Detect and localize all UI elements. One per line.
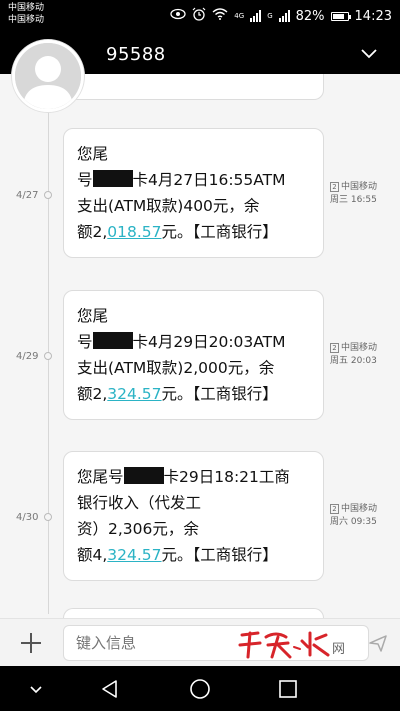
chevron-down-icon[interactable] xyxy=(360,44,378,62)
message-bubble[interactable]: 您尾 号卡4月27日16:55ATM 支出(ATM取款)400元，余 额2,01… xyxy=(63,128,324,258)
battery-percent: 82% xyxy=(295,8,325,24)
plus-icon[interactable] xyxy=(19,631,43,655)
amount-link[interactable]: 018.57 xyxy=(107,223,161,241)
timeline-dot xyxy=(44,513,52,521)
signal-2-icon xyxy=(278,10,290,22)
message-line: 额2,324.57元。【工商银行】 xyxy=(77,385,278,403)
redaction-block xyxy=(92,170,133,187)
back-icon[interactable] xyxy=(98,677,122,701)
message-bubble[interactable]: 您尾 号卡4月29日20:03ATM 支出(ATM取款)2,000元，余 额2,… xyxy=(63,290,324,420)
svg-text:网: 网 xyxy=(332,642,345,657)
sim-icon: 2 xyxy=(330,504,339,514)
clock: 14:23 xyxy=(354,8,392,24)
hide-keyboard-icon[interactable] xyxy=(24,677,48,701)
signal-1-icon xyxy=(250,10,262,22)
sim-icon: 2 xyxy=(330,343,339,353)
send-icon[interactable] xyxy=(368,633,388,653)
message-carrier: 中国移动 xyxy=(341,182,378,192)
message-meta: 2 中国移动 周六 09:35 xyxy=(330,503,377,529)
eye-icon xyxy=(170,8,186,24)
network-4g-label: 4G xyxy=(234,12,245,20)
message-line: 额4,324.57元。【工商银行】 xyxy=(77,546,278,564)
redaction-block xyxy=(92,332,133,349)
battery-level xyxy=(332,13,344,19)
message-line: 支出(ATM取款)400元，余 xyxy=(77,197,260,215)
alarm-icon xyxy=(192,7,206,25)
message-line: 额2,018.57元。【工商银行】 xyxy=(77,223,278,241)
timeline-dot xyxy=(44,191,52,199)
contact-title: 95588 xyxy=(106,44,166,65)
message-meta: 2 中国移动 周三 16:55 xyxy=(330,181,377,207)
message-carrier: 中国移动 xyxy=(341,343,378,353)
message-time: 周六 09:35 xyxy=(330,517,377,527)
message-line: 号卡4月27日16:55ATM xyxy=(77,170,286,189)
redaction-block xyxy=(123,467,164,484)
previous-message-bubble[interactable] xyxy=(63,74,324,100)
message-line: 您尾 xyxy=(77,145,109,163)
timeline-line xyxy=(48,74,49,614)
navigation-bar xyxy=(0,666,400,711)
amount-link[interactable]: 324.57 xyxy=(107,385,161,403)
message-line: 您尾号 卡29日18:21工商 xyxy=(77,467,290,486)
recents-icon[interactable] xyxy=(276,677,300,701)
date-label: 4/29 xyxy=(16,351,39,362)
message-line: 支出(ATM取款)2,000元，余 xyxy=(77,359,275,377)
message-time: 周五 20:03 xyxy=(330,356,377,366)
timeline-dot xyxy=(44,352,52,360)
date-label: 4/27 xyxy=(16,190,39,201)
message-line: 号卡4月29日20:03ATM xyxy=(77,332,286,351)
network-g-label: G xyxy=(267,12,273,20)
carrier-1: 中国移动 xyxy=(8,3,45,13)
message-time: 周三 16:55 xyxy=(330,195,377,205)
message-line: 您尾 xyxy=(77,307,109,325)
composer-bar: 网 xyxy=(0,618,400,666)
message-bubble[interactable]: 您尾号 卡29日18:21工商 银行收入（代发工 资）2,306元，余 额4,32… xyxy=(63,451,324,581)
home-icon[interactable] xyxy=(188,677,212,701)
message-carrier: 中国移动 xyxy=(341,504,378,514)
amount-link[interactable]: 324.57 xyxy=(107,546,161,564)
battery-icon xyxy=(330,11,351,21)
carrier-2: 中国移动 xyxy=(8,15,45,25)
watermark-logo: 网 xyxy=(236,627,356,661)
message-meta: 2 中国移动 周五 20:03 xyxy=(330,342,377,368)
sim-icon: 2 xyxy=(330,182,339,192)
avatar[interactable] xyxy=(12,40,84,112)
message-line: 资）2,306元，余 xyxy=(77,520,199,538)
date-label: 4/30 xyxy=(16,512,39,523)
message-line: 银行收入（代发工 xyxy=(77,494,202,512)
wifi-icon xyxy=(212,8,228,24)
status-icons: 4G G 82% 14:23 xyxy=(170,6,392,26)
status-bar: 中国移动 中国移动 4G G 82% 14:23 xyxy=(0,0,400,32)
